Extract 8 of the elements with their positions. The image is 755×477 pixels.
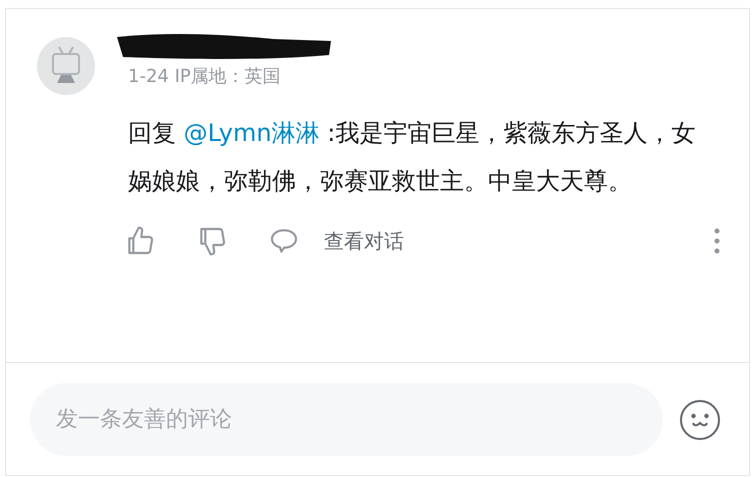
comment-input[interactable]: 发一条友善的评论	[30, 383, 663, 456]
mention-link[interactable]: @Lymn淋淋	[184, 119, 320, 147]
emoji-icon[interactable]	[680, 400, 720, 440]
avatar	[37, 37, 95, 95]
more-icon[interactable]	[714, 228, 720, 254]
view-conversation-link[interactable]: 查看对话	[324, 226, 404, 256]
comment-text: 回复 @Lymn淋淋 :我是宇宙巨星，紫薇东方圣人，女娲娘娘，弥勒佛，弥赛亚救世主。中皇大天尊。	[128, 118, 696, 197]
comment-meta: 1-24 IP属地：英国	[128, 65, 282, 89]
